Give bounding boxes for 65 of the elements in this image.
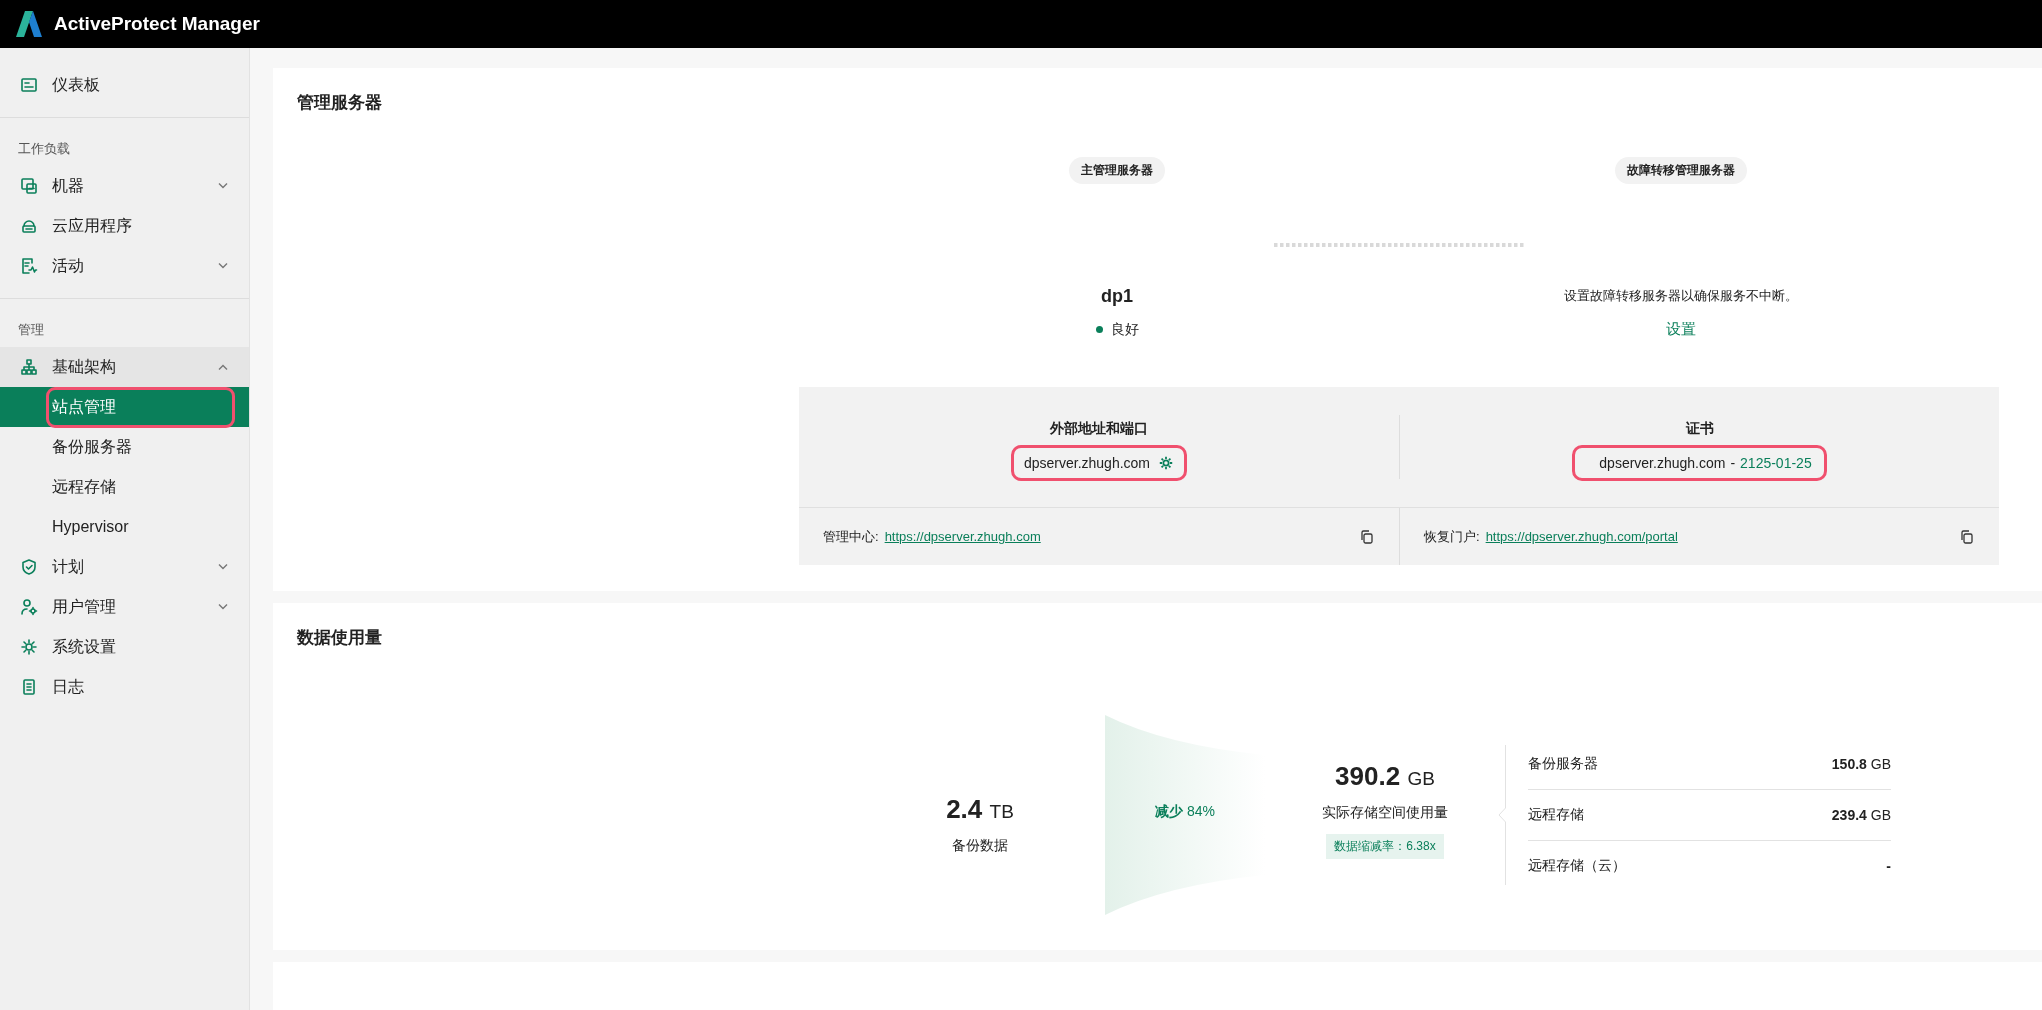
storage-name: 备份服务器 bbox=[1528, 754, 1598, 773]
section-label: 管理 bbox=[17, 321, 45, 339]
link-label: 管理中心: bbox=[823, 527, 879, 546]
activity-icon bbox=[20, 257, 38, 275]
link-label: 恢复门户: bbox=[1424, 527, 1480, 546]
size-label: 实际存储空间使用量 bbox=[1321, 803, 1449, 822]
url-link[interactable]: https://dpserver.zhugh.com/portal bbox=[1485, 529, 1953, 544]
card-title: 管理服务器 bbox=[297, 92, 383, 114]
app-title: ActiveProtect Manager bbox=[54, 13, 260, 35]
chevron-down-icon bbox=[217, 603, 229, 611]
hierarchy-icon bbox=[20, 358, 38, 376]
sidebar-item[interactable]: 计划 bbox=[0, 547, 249, 587]
sidebar-subitem[interactable]: 站点管理 bbox=[0, 387, 249, 427]
sidebar-subitem[interactable]: Hypervisor bbox=[0, 507, 249, 547]
failover-message: 设置故障转移服务器以确保服务不中断。 bbox=[1563, 287, 1799, 305]
gear-icon bbox=[20, 638, 38, 656]
server-name: dp1 bbox=[1100, 285, 1134, 308]
url-link[interactable]: https://dpserver.zhugh.com bbox=[884, 529, 1353, 544]
sidebar-subitem[interactable]: 备份服务器 bbox=[0, 427, 249, 467]
shield-icon bbox=[20, 558, 38, 576]
copy-icon[interactable] bbox=[1359, 528, 1375, 545]
storage-value: 150.8 GB bbox=[1831, 755, 1891, 772]
actual-size: 390.2 GB bbox=[1334, 760, 1436, 792]
sidebar-subitem[interactable]: 远程存储 bbox=[0, 467, 249, 507]
reduction-text: 减少 84% bbox=[1154, 802, 1216, 821]
dashboard-icon bbox=[20, 76, 38, 94]
ratio-tag: 数据缩减率：6.38x bbox=[1326, 833, 1444, 859]
role-tag: 故障转移管理服务器 bbox=[1615, 157, 1747, 184]
size-label: 备份数据 bbox=[951, 837, 1009, 856]
copy-icon[interactable] bbox=[1959, 528, 1975, 545]
role-tag: 主管理服务器 bbox=[1069, 157, 1165, 184]
sidebar-item[interactable]: 日志 bbox=[0, 667, 249, 707]
chevron-down-icon bbox=[217, 262, 229, 270]
address-value: dpserver.zhugh.com bbox=[1023, 455, 1151, 471]
certificate-value: dpserver.zhugh.com bbox=[1599, 455, 1726, 471]
sidebar-item[interactable]: 用户管理 bbox=[0, 587, 249, 627]
status-dot bbox=[1095, 325, 1103, 333]
status-text: 良好 bbox=[1110, 320, 1139, 339]
storage-value: - bbox=[1886, 857, 1891, 874]
storage-value: 239.4 GB bbox=[1831, 806, 1891, 823]
panel-label: 证书 bbox=[1685, 420, 1714, 438]
server-icon bbox=[20, 177, 38, 195]
separator: - bbox=[1730, 455, 1736, 471]
chevron-down-icon bbox=[217, 563, 229, 571]
chevron-up-icon bbox=[217, 363, 229, 371]
backup-size: 2.4 TB bbox=[945, 794, 1015, 826]
panel-label: 外部地址和端口 bbox=[1050, 420, 1148, 438]
logo-icon bbox=[14, 11, 44, 37]
section-label: 工作负载 bbox=[17, 140, 71, 158]
sidebar-item[interactable]: 云应用程序 bbox=[0, 206, 249, 246]
gear-icon[interactable] bbox=[1158, 455, 1175, 471]
sidebar-item[interactable]: 仪表板 bbox=[0, 65, 249, 105]
cloud-server-icon bbox=[20, 217, 38, 235]
sidebar-item[interactable]: 机器 bbox=[0, 166, 249, 206]
storage-name: 远程存储 bbox=[1528, 805, 1584, 824]
card-title: 数据使用量 bbox=[297, 626, 383, 649]
document-icon bbox=[20, 678, 38, 696]
setup-link[interactable]: 设置 bbox=[1666, 318, 1696, 340]
sidebar-item[interactable]: 基础架构 bbox=[0, 347, 249, 387]
storage-name: 远程存储（云） bbox=[1528, 856, 1626, 875]
expiry-date: 2125-01-25 bbox=[1740, 455, 1812, 471]
user-gear-icon bbox=[20, 598, 38, 616]
sidebar-item[interactable]: 系统设置 bbox=[0, 627, 249, 667]
chevron-down-icon bbox=[217, 182, 229, 190]
sidebar-item[interactable]: 活动 bbox=[0, 246, 249, 286]
